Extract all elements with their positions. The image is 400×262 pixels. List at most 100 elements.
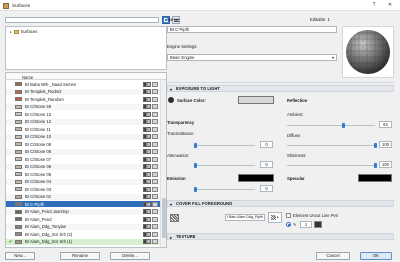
texture-icon [152,179,158,184]
list-item[interactable]: BI Alam_Pond Jusntrnp [6,208,160,215]
list-item[interactable]: BI C/Stone 01 [6,193,160,200]
emission-slider-track[interactable] [195,189,255,190]
list-item[interactable]: BI Alam_Ddg_Tonylan [6,223,160,230]
emission-value-field[interactable]: 0 [260,185,273,192]
material-name: BI Alam_Ddg_Tonylan [25,224,67,229]
emission-slider-knob[interactable] [193,187,197,192]
column-header-name[interactable]: Name [22,75,33,80]
diffuse-value-field[interactable]: 100 [379,141,392,148]
attenuation-value-field[interactable]: 0 [260,161,273,168]
list-item[interactable]: BI C/Stone 10 [6,133,160,140]
ambient-slider-track[interactable] [287,125,375,126]
ambient-label: Ambient: [287,112,304,117]
material-swatch-icon [15,187,22,191]
emission-color-swatch[interactable] [238,174,274,182]
list-item[interactable]: BI C/Stone 49 [6,103,160,110]
texture-icon [152,119,158,124]
shininess-value-field[interactable]: 100 [379,161,392,168]
material-name: BI C/Stone 12 [25,119,52,124]
shininess-slider-track[interactable] [287,165,375,166]
material-swatch-icon [15,112,22,116]
cover-fill-section-header[interactable]: ▾ COVER FILL FOREGROUND [167,200,394,207]
attenuation-slider-track[interactable] [195,165,255,166]
pen-color-swatch[interactable] [314,221,322,228]
fill-pen-icon [143,194,151,199]
cancel-button[interactable]: Cancel [316,252,350,260]
engine-settings-label: Engine Settings: [167,44,198,49]
material-name: BI C/Stone 10 [25,134,52,139]
material-swatch-icon [15,127,22,131]
list-item[interactable]: BI Alam_Pond [6,216,160,222]
texture-section-header[interactable]: ▸ TEXTURE [167,233,394,240]
transmittance-slider-track[interactable] [195,145,255,146]
list-item[interactable]: BI C/Stone 03 [6,186,160,192]
surface-color-swatch[interactable] [238,96,274,104]
list-item[interactable]: BI C/Stone 13 [6,111,160,117]
fill-pen-icon [143,239,151,244]
texture-icon [152,134,158,139]
material-name: BI Alam_Ddg_Sor Srh (2) [25,231,73,237]
reflection-title: Reflection [287,98,308,103]
ok-button[interactable]: OK [360,252,392,260]
material-swatch-icon [15,134,22,139]
transmittance-slider-knob[interactable] [193,143,197,148]
attenuation-slider-knob[interactable] [193,163,197,168]
fill-pen-icon [143,134,151,139]
shininess-slider-knob[interactable] [373,163,377,168]
fill-pen-icon [143,231,151,237]
element-pen-checkbox[interactable] [286,213,291,218]
list-item[interactable]: BI Templek_Rodm2 [6,88,160,95]
material-name: BI C/Stone 49 [25,104,52,109]
exposure-section-header[interactable]: ▾ EXPOSURE TO LIGHT [167,85,394,92]
ambient-slider-knob[interactable] [341,123,345,128]
specular-color-swatch[interactable] [358,174,392,182]
list-item[interactable]: BI C/Stone 06 [6,163,160,170]
material-name: BI C/Stone 03 [25,186,52,192]
fill-pen-icon [143,179,151,184]
hatch-icon [271,215,276,220]
texture-icon [152,209,158,214]
list-item[interactable]: BI C/Stone 05 [6,171,160,177]
close-icon[interactable]: ✕ [386,2,394,9]
fill-pen-icon [143,141,151,147]
fill-picker-button[interactable]: ▸ [268,212,282,223]
search-input[interactable] [5,17,159,23]
pen-number-field[interactable]: 1 [300,221,312,228]
list-item[interactable]: BI C/Stone 04 [6,178,160,185]
pen-radio-button[interactable] [286,222,291,227]
engine-select[interactable]: Basic Engine ▾ [167,54,337,61]
list-item[interactable]: BI C/Stone 12 [6,118,160,125]
app-icon [3,2,9,9]
tree-root-surfaces[interactable]: ▸ Surfaces [8,29,158,34]
material-name: BI C/Stone 04 [25,179,52,184]
surface-name-field[interactable]: BI C-Pipfh [167,26,337,33]
texture-icon [152,149,158,154]
list-item[interactable]: ✔ BI Alam_Ddg_Sor Srh (1) [6,238,160,245]
texture-icon [152,96,158,102]
texture-icon [152,186,158,192]
scrollbar-thumb[interactable] [162,198,166,238]
list-scrollbar[interactable] [160,80,166,247]
list-item[interactable]: BI C/Stone 08 [6,148,160,155]
transmittance-value-field[interactable]: 0 [260,141,273,148]
name-label: Name: [167,17,180,22]
material-swatch-icon [15,149,22,154]
expand-arrow-icon[interactable]: ▸ [10,30,12,34]
ambient-value-field[interactable]: 64 [379,121,392,128]
list-item[interactable]: BI C/Stone 11 [6,126,160,132]
diffuse-slider-track[interactable] [287,145,375,146]
rename-button[interactable]: Rename [60,252,100,260]
list-item[interactable]: BI C/Stone 07 [6,156,160,162]
list-item[interactable]: BI C/Stone 09 [6,141,160,147]
new-button[interactable]: New... [5,252,35,260]
list-item[interactable]: BI Baba Mrh _Naad Semen [6,81,160,87]
diffuse-slider-knob[interactable] [373,143,377,148]
list-item[interactable]: BI C-Pipfh [6,201,160,207]
fill-name-field[interactable]: I Batu Alam Ddg_Pipfh [225,214,265,221]
list-item[interactable]: BI Alam_Ddg_Sor Srh (2) [6,231,160,237]
material-name: BI Templek_Random [25,96,64,102]
list-item[interactable]: BI Templek_Random [6,96,160,102]
delete-button[interactable]: Delete... [110,252,150,260]
surface-color-label: Surface Color: [177,98,206,103]
help-button[interactable]: ? [370,2,378,9]
